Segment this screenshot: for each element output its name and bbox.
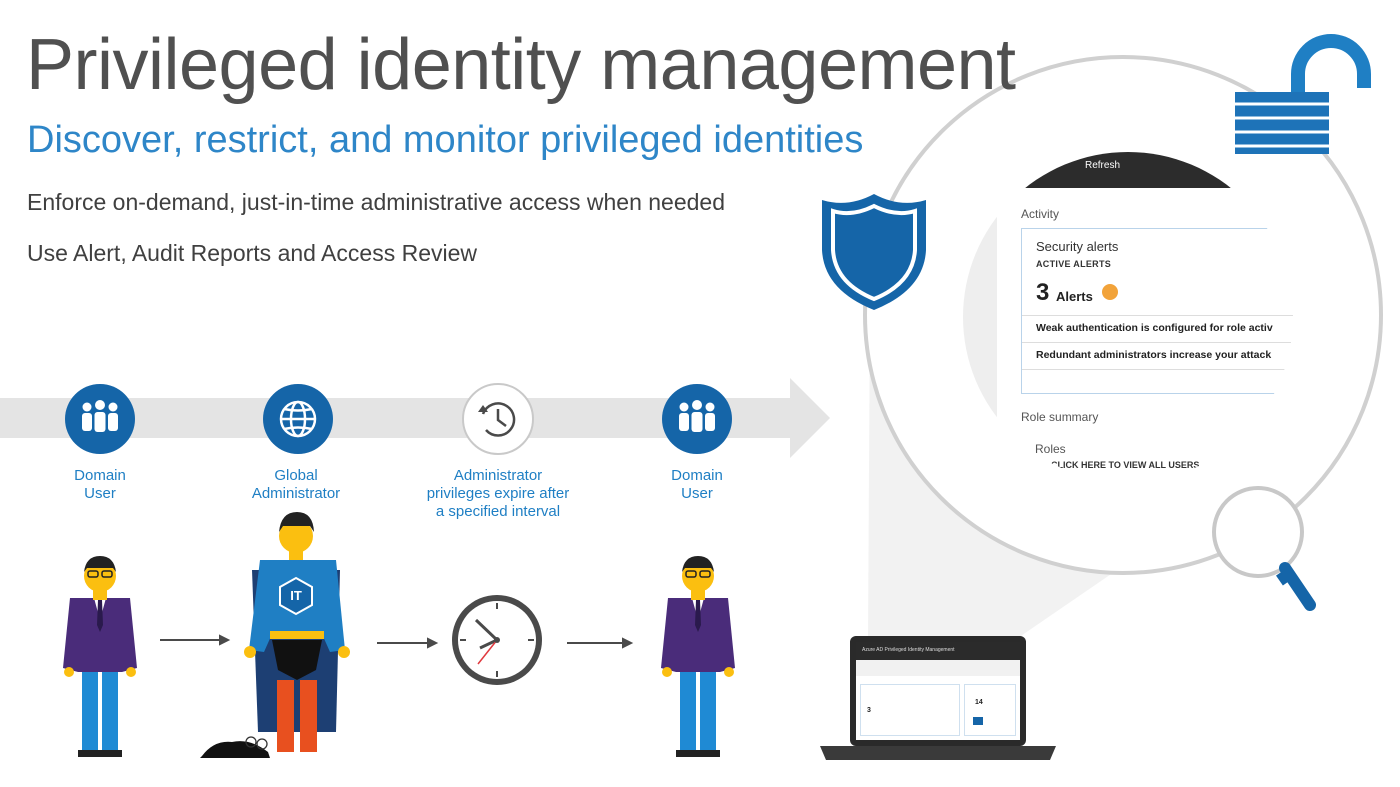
step-label-privileges-expire: Administrator privileges expire after a …: [426, 467, 570, 520]
domain-user-figure: [661, 556, 735, 757]
portal-sidebar: [963, 188, 997, 482]
laptop-screen: Azure AD Privileged Identity Management …: [856, 642, 1020, 740]
history-clock-icon: [462, 383, 534, 455]
view-all-users-link[interactable]: CLICK HERE TO VIEW ALL USERS: [1051, 460, 1199, 470]
discarded-suit-pile: [200, 736, 270, 758]
flow-arrows: [160, 634, 634, 649]
alert-count-label: Alerts: [1056, 289, 1093, 304]
laptop-alerts-tile: 3: [860, 684, 960, 736]
it-badge-label: IT: [290, 588, 302, 603]
globe-icon: [263, 384, 333, 454]
refresh-button[interactable]: Refresh: [1085, 160, 1120, 171]
feature-bullet: Use Alert, Audit Reports and Access Revi…: [27, 240, 477, 266]
role-summary-heading: Role summary: [1021, 410, 1099, 424]
laptop-users-tile: 14: [964, 684, 1016, 736]
magnifying-glass-icon: [1212, 486, 1316, 611]
users-group-icon: [662, 384, 732, 454]
portal-toolbar: Refresh: [963, 152, 1293, 188]
active-alerts-label: ACTIVE ALERTS: [1036, 259, 1112, 269]
users-group-icon: [65, 384, 135, 454]
alert-badge-icon: [1102, 284, 1118, 300]
domain-user-figure: [63, 556, 137, 757]
laptop-users-count: 14: [975, 699, 983, 706]
step-label-global-administrator: Global Administrator: [251, 467, 341, 502]
global-administrator-figure: [244, 512, 350, 752]
security-alerts-tile[interactable]: Security alerts ACTIVE ALERTS 3 Alerts W…: [1021, 228, 1293, 394]
page-title: Privileged identity management: [26, 25, 1016, 105]
wall-clock-icon: [452, 595, 542, 685]
step-label-domain-user: Domain User: [671, 467, 723, 502]
laptop-tile-icon: [973, 717, 983, 725]
alert-row[interactable]: Redundant administrators increase your a…: [1022, 342, 1293, 370]
step-label-domain-user: Domain User: [74, 467, 126, 502]
alert-row[interactable]: Weak authentication is configured for ro…: [1022, 315, 1293, 342]
roles-heading: Roles: [1035, 442, 1066, 456]
padlock-icon: [1235, 34, 1371, 154]
laptop-window-title: Azure AD Privileged Identity Management: [862, 647, 955, 653]
laptop-alert-count: 3: [867, 707, 871, 714]
activity-heading: Activity: [1021, 207, 1060, 221]
security-alerts-title: Security alerts: [1036, 239, 1119, 254]
page-subtitle: Discover, restrict, and monitor privileg…: [27, 119, 864, 161]
zoomed-portal-view: Refresh Activity Security alerts ACTIVE …: [963, 152, 1293, 482]
feature-bullet: Enforce on-demand, just-in-time administ…: [27, 189, 726, 215]
alert-count: 3: [1036, 279, 1050, 306]
